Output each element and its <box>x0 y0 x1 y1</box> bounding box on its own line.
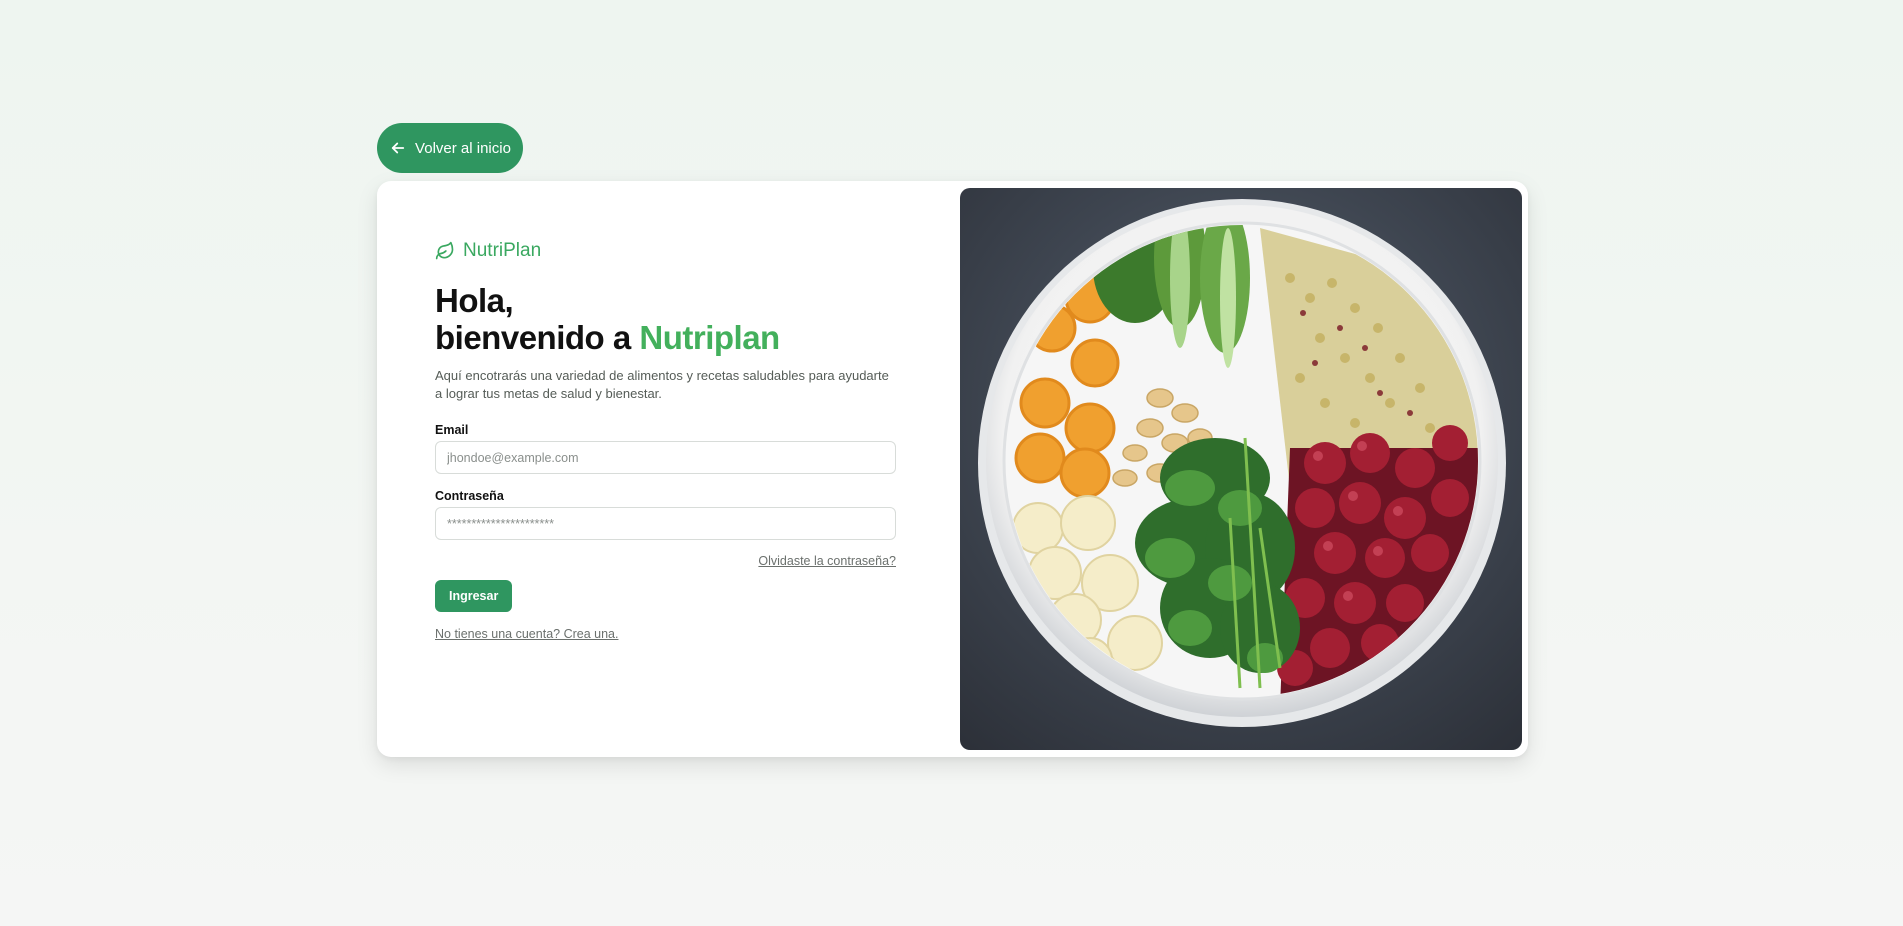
page-title: Hola, bienvenido a Nutriplan <box>435 282 897 356</box>
email-field[interactable] <box>435 441 896 474</box>
forgot-password-row: Olvidaste la contraseña? <box>435 552 896 568</box>
password-label: Contraseña <box>435 489 504 503</box>
title-line-1: Hola, <box>435 282 514 319</box>
back-button-label: Volver al inicio <box>415 139 511 157</box>
login-panel: NutriPlan Hola, bienvenido a Nutriplan A… <box>435 239 897 643</box>
page-subtitle: Aquí encotrarás una variedad de alimento… <box>435 368 889 401</box>
back-to-home-button[interactable]: Volver al inicio <box>377 123 523 173</box>
signup-link[interactable]: No tienes una cuenta? Crea una. <box>435 627 618 641</box>
login-card: NutriPlan Hola, bienvenido a Nutriplan A… <box>377 181 1528 757</box>
title-line-2-accent: Nutriplan <box>639 319 780 356</box>
brand-logo: NutriPlan <box>435 239 897 263</box>
title-line-2-prefix: bienvenido a <box>435 319 640 356</box>
food-bowl-illustration <box>978 199 1506 727</box>
login-button[interactable]: Ingresar <box>435 580 513 612</box>
food-bowl-image <box>960 188 1522 750</box>
password-field[interactable] <box>435 507 896 540</box>
leaf-icon <box>435 241 454 260</box>
brand-name: NutriPlan <box>463 240 542 261</box>
arrow-left-icon <box>391 142 405 154</box>
forgot-password-link[interactable]: Olvidaste la contraseña? <box>758 554 896 568</box>
email-label: Email <box>435 423 469 437</box>
signup-row: No tienes una cuenta? Crea una. <box>435 625 897 643</box>
